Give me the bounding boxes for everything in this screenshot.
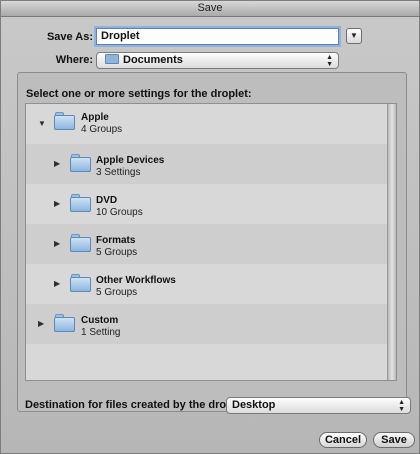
chevron-down-icon: ▼ (350, 31, 358, 40)
list-item[interactable]: ▶ DVD 10 Groups (26, 184, 388, 224)
settings-outline[interactable]: ▼ Apple 4 Groups ▶ Apple Devices 3 Setti… (25, 103, 397, 381)
expand-dialog-button[interactable]: ▼ (346, 28, 362, 44)
destination-popup[interactable]: Desktop ▲ ▼ (226, 397, 411, 414)
cancel-button[interactable]: Cancel (319, 432, 367, 448)
list-item[interactable]: ▶ Custom 1 Setting (26, 304, 388, 344)
disclosure-collapsed-icon[interactable]: ▶ (54, 239, 60, 248)
item-sub: 3 Settings (96, 167, 141, 178)
item-name: Formats (96, 235, 136, 246)
list-item[interactable]: ▶ Other Workflows 5 Groups (26, 264, 388, 304)
vertical-scrollbar[interactable] (387, 104, 396, 380)
folder-icon (70, 234, 91, 252)
list-item[interactable]: ▼ Apple 4 Groups (26, 104, 388, 144)
settings-heading: Select one or more settings for the drop… (26, 88, 252, 100)
destination-label: Destination for files created by the dro… (25, 399, 250, 411)
item-name: Apple (81, 112, 109, 123)
popup-arrows-icon: ▲ ▼ (326, 54, 333, 68)
folder-icon (70, 194, 91, 212)
disclosure-collapsed-icon[interactable]: ▶ (38, 319, 44, 328)
item-sub: 1 Setting (81, 327, 121, 338)
folder-icon (54, 314, 75, 332)
folder-icon (70, 274, 91, 292)
folder-icon (105, 54, 119, 65)
item-name: Apple Devices (96, 155, 165, 166)
disclosure-collapsed-icon[interactable]: ▶ (54, 279, 60, 288)
disclosure-collapsed-icon[interactable]: ▶ (54, 159, 60, 168)
folder-icon (54, 112, 75, 130)
folder-icon (70, 154, 91, 172)
window-title: Save (1, 1, 419, 17)
item-name: DVD (96, 195, 118, 206)
where-label: Where: (55, 54, 93, 66)
destination-value: Desktop (232, 399, 276, 411)
list-item[interactable]: ▶ Apple Devices 3 Settings (26, 144, 388, 184)
save-dialog: Save Save As: Droplet ▼ Where: Documents… (0, 0, 420, 454)
item-sub: 5 Groups (96, 247, 138, 258)
save-as-label: Save As: (46, 31, 93, 43)
where-value: Documents (123, 54, 183, 66)
where-popup[interactable]: Documents ▲ ▼ (96, 52, 339, 69)
save-as-field[interactable]: Droplet (96, 28, 339, 45)
save-button[interactable]: Save (373, 432, 415, 448)
item-sub: 10 Groups (96, 207, 143, 218)
list-item[interactable]: ▶ Formats 5 Groups (26, 224, 388, 264)
item-sub: 4 Groups (81, 124, 123, 135)
popup-arrows-icon: ▲ ▼ (398, 399, 405, 413)
disclosure-expanded-icon[interactable]: ▼ (38, 119, 46, 128)
item-name: Custom (81, 315, 119, 326)
item-name: Other Workflows (96, 275, 176, 286)
item-sub: 5 Groups (96, 287, 138, 298)
disclosure-collapsed-icon[interactable]: ▶ (54, 199, 60, 208)
